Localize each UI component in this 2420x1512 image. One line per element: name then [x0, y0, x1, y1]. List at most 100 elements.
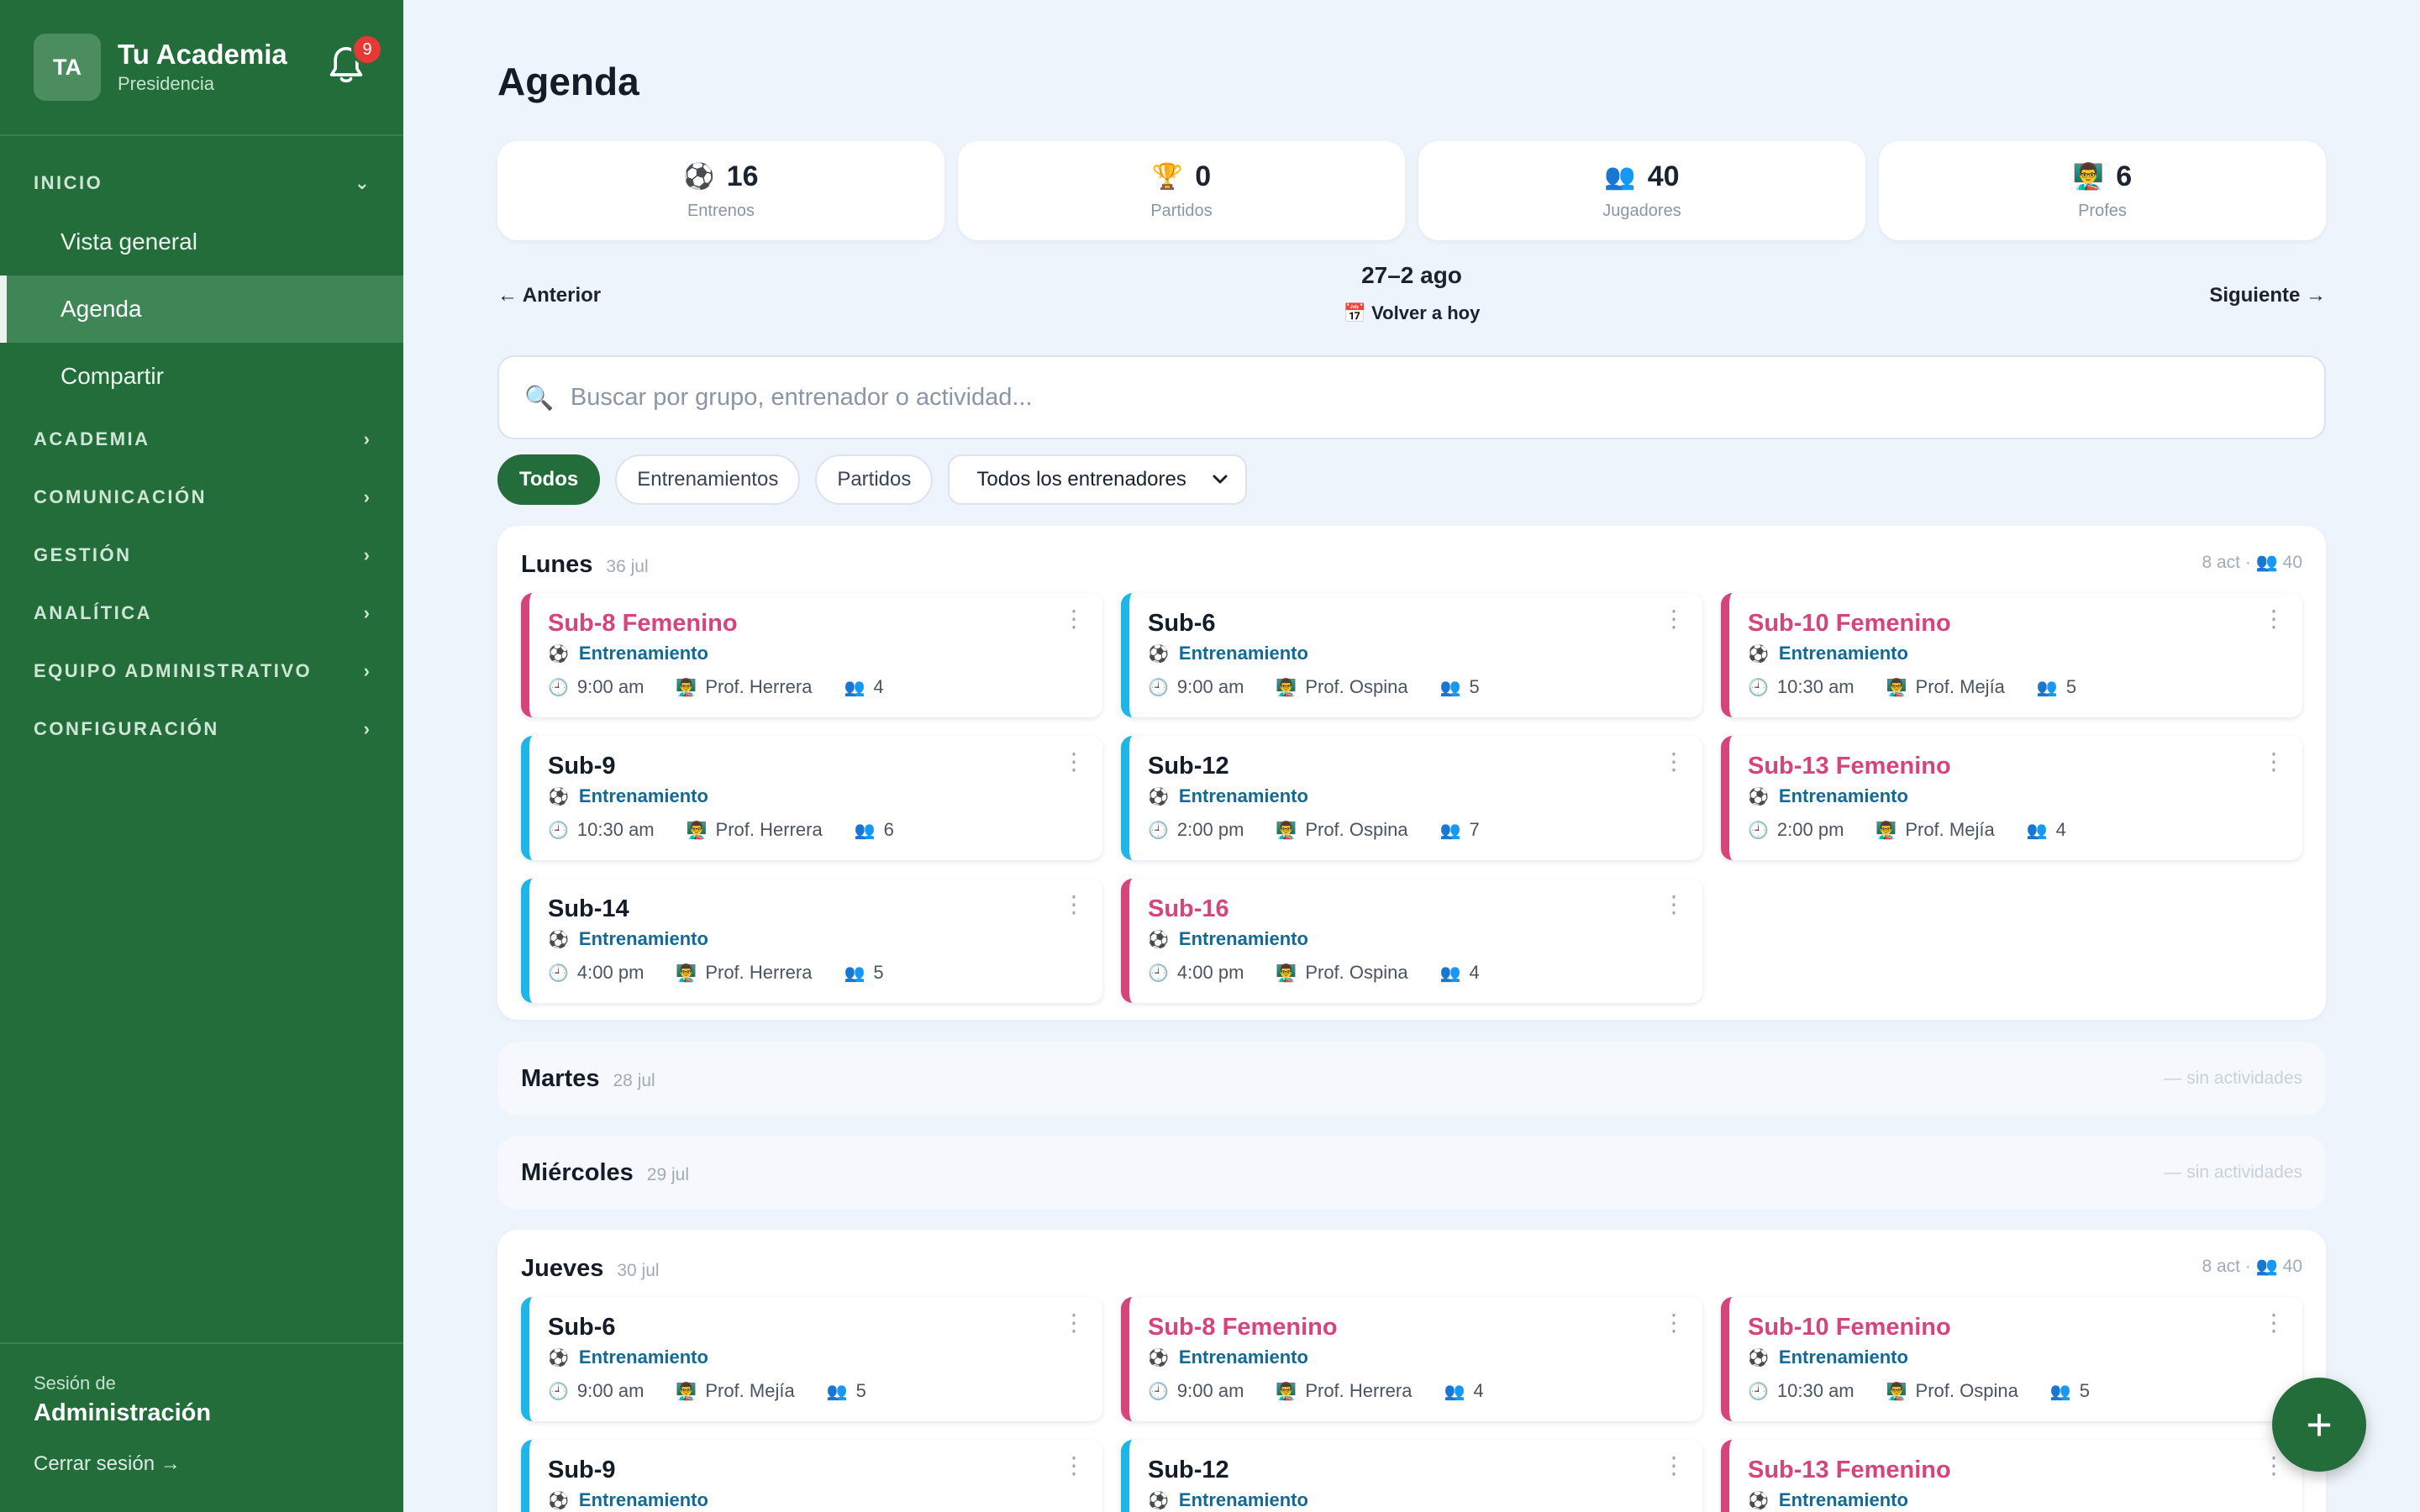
soccer-ball-icon: ⚽	[1748, 1491, 1769, 1510]
activity-players: 5	[873, 962, 884, 983]
nav-section-equipo-administrativo[interactable]: EQUIPO ADMINISTRATIVO ›	[0, 642, 403, 700]
activity-coach: Prof. Herrera	[715, 819, 823, 840]
main-content: Agenda ⚽ 16 Entrenos 🏆 0 Partidos 👥 40 Juga…	[497, 0, 2326, 1512]
back-to-today-button[interactable]: 📅 Volver a hoy	[497, 302, 2326, 324]
activity-card[interactable]: Sub-9 ⚽ Entrenamiento ⋮	[521, 1440, 1102, 1512]
clock-icon: 🕘	[1148, 678, 1169, 697]
stat-value: 0	[1195, 160, 1212, 192]
activity-coach: Prof. Ospina	[1305, 676, 1408, 697]
clock-icon: 🕘	[1148, 821, 1169, 840]
day-section-lunes: Lunes 36 jul 8 act · 👥 40 Sub-8 Femenino…	[497, 526, 2326, 1020]
sidebar-item-agenda[interactable]: Agenda	[0, 276, 403, 343]
soccer-ball-icon: ⚽	[548, 1491, 569, 1510]
more-options-icon[interactable]: ⋮	[2262, 1309, 2286, 1336]
sidebar-item-compartir[interactable]: Compartir	[0, 343, 403, 410]
stat-value: 40	[1647, 160, 1680, 192]
activity-card[interactable]: Sub-12 ⚽ Entrenamiento 🕘 2:00 pm 👨‍🏫 Pro…	[1121, 736, 1702, 860]
activity-title: Sub-9	[548, 753, 616, 780]
activity-card[interactable]: Sub-10 Femenino ⚽ Entrenamiento 🕘 10:30 …	[1721, 1297, 2302, 1421]
activity-type: ⚽ Entrenamiento	[548, 785, 1102, 807]
activity-type-label: Entrenamiento	[578, 1347, 708, 1368]
more-options-icon[interactable]: ⋮	[1062, 1452, 1086, 1479]
activity-card[interactable]: Sub-14 ⚽ Entrenamiento 🕘 4:00 pm 👨‍🏫 Pro…	[521, 879, 1102, 1003]
chevron-right-icon: ›	[363, 717, 370, 739]
more-options-icon[interactable]: ⋮	[2262, 1452, 2286, 1479]
previous-week-button[interactable]: ← Anterior	[497, 284, 601, 307]
coach-icon: 👨‍🏫	[1276, 678, 1297, 697]
soccer-ball-icon: ⚽	[1148, 930, 1169, 949]
people-icon: 👥	[854, 821, 876, 840]
chevron-right-icon: ›	[363, 543, 370, 565]
activity-players: 4	[1473, 1380, 1484, 1401]
more-options-icon[interactable]: ⋮	[1662, 605, 1686, 633]
filter-bar: Todos Entrenamientos Partidos Todos los …	[497, 454, 1247, 505]
activity-card[interactable]: Sub-6 ⚽ Entrenamiento 🕘 9:00 am 👨‍🏫 Prof…	[521, 1297, 1102, 1421]
filter-todos[interactable]: Todos	[497, 454, 601, 505]
more-options-icon[interactable]: ⋮	[1662, 1452, 1686, 1479]
activity-card[interactable]: Sub-10 Femenino ⚽ Entrenamiento 🕘 10:30 …	[1721, 593, 2302, 717]
activity-type: ⚽ Entrenamiento	[1748, 1347, 2302, 1368]
nav-section-gestion[interactable]: GESTIÓN ›	[0, 526, 403, 584]
people-icon: 👥	[2026, 821, 2048, 840]
activity-time: 4:00 pm	[1176, 962, 1244, 983]
nav-section-configuracion[interactable]: CONFIGURACIÓN ›	[0, 700, 403, 758]
next-week-button[interactable]: Siguiente →	[2209, 284, 2326, 307]
clock-icon: 🕘	[548, 821, 569, 840]
coach-icon: 👨‍🏫	[1876, 821, 1897, 840]
activity-players: 6	[883, 819, 894, 840]
more-options-icon[interactable]: ⋮	[1062, 605, 1086, 633]
sidebar-divider	[0, 134, 403, 136]
stat-card-entrenos: ⚽ 16 Entrenos	[497, 141, 944, 240]
nav-section-comunicacion[interactable]: COMUNICACIÓN ›	[0, 468, 403, 526]
add-activity-button[interactable]: +	[2272, 1378, 2366, 1472]
soccer-ball-icon: ⚽	[1748, 1348, 1769, 1368]
more-options-icon[interactable]: ⋮	[1662, 748, 1686, 775]
activity-card[interactable]: Sub-8 Femenino ⚽ Entrenamiento 🕘 9:00 am…	[521, 593, 1102, 717]
more-options-icon[interactable]: ⋮	[1062, 1309, 1086, 1336]
activity-players: 5	[1469, 676, 1480, 697]
soccer-ball-icon: ⚽	[683, 163, 715, 191]
people-icon: 👥	[1439, 678, 1461, 697]
soccer-ball-icon: ⚽	[548, 930, 569, 949]
nav-section-analitica[interactable]: ANALÍTICA ›	[0, 584, 403, 642]
people-icon: 👥	[2049, 1382, 2071, 1401]
activity-card[interactable]: Sub-9 ⚽ Entrenamiento 🕘 10:30 am 👨‍🏫 Pro…	[521, 736, 1102, 860]
more-options-icon[interactable]: ⋮	[2262, 605, 2286, 633]
nav-section-inicio[interactable]: INICIO ⌄	[0, 158, 403, 208]
activity-card[interactable]: Sub-12 ⚽ Entrenamiento ⋮	[1121, 1440, 1702, 1512]
brand[interactable]: TA Tu Academia Presidencia	[34, 34, 370, 101]
activity-card[interactable]: Sub-16 ⚽ Entrenamiento 🕘 4:00 pm 👨‍🏫 Pro…	[1121, 879, 1702, 1003]
activity-type-label: Entrenamiento	[1178, 643, 1308, 664]
more-options-icon[interactable]: ⋮	[1062, 748, 1086, 775]
activity-type-label: Entrenamiento	[1178, 1347, 1308, 1368]
activity-grid: Sub-8 Femenino ⚽ Entrenamiento 🕘 9:00 am…	[521, 593, 2302, 1003]
filter-partidos[interactable]: Partidos	[815, 454, 934, 505]
more-options-icon[interactable]: ⋮	[1662, 890, 1686, 918]
activity-title: Sub-16	[1148, 895, 1229, 922]
coach-icon: 👨‍🏫	[1276, 963, 1297, 983]
search-input[interactable]	[570, 383, 2167, 412]
nav-section-academia[interactable]: ACADEMIA ›	[0, 410, 403, 468]
more-options-icon[interactable]: ⋮	[1662, 1309, 1686, 1336]
activity-type: ⚽ Entrenamiento	[1748, 643, 2302, 664]
more-options-icon[interactable]: ⋮	[2262, 748, 2286, 775]
activity-card[interactable]: Sub-13 Femenino ⚽ Entrenamiento 🕘 2:00 p…	[1721, 736, 2302, 860]
sidebar-item-vista-general[interactable]: Vista general	[0, 208, 403, 276]
activity-card[interactable]: Sub-6 ⚽ Entrenamiento 🕘 9:00 am 👨‍🏫 Prof…	[1121, 593, 1702, 717]
activity-type: ⚽ Entrenamiento	[1148, 643, 1702, 664]
filter-entrenamientos[interactable]: Entrenamientos	[615, 454, 801, 505]
activity-info: 🕘 4:00 pm 👨‍🏫 Prof. Ospina 👥 4	[1148, 962, 1702, 984]
activity-title: Sub-12	[1148, 1457, 1229, 1483]
activity-card[interactable]: Sub-13 Femenino ⚽ Entrenamiento ⋮	[1721, 1440, 2302, 1512]
stat-label: Profes	[2078, 202, 2127, 220]
activity-card[interactable]: Sub-8 Femenino ⚽ Entrenamiento 🕘 9:00 am…	[1121, 1297, 1702, 1421]
people-icon: 👥	[1439, 963, 1461, 983]
activity-info: 🕘 10:30 am 👨‍🏫 Prof. Herrera 👥 6	[548, 819, 1102, 841]
more-options-icon[interactable]: ⋮	[1062, 890, 1086, 918]
coach-icon: 👨‍🏫	[1886, 678, 1907, 697]
logout-link[interactable]: Cerrar sesión →	[34, 1452, 370, 1476]
activity-coach: Prof. Herrera	[1305, 1380, 1413, 1401]
activity-type: ⚽ Entrenamiento	[548, 928, 1102, 950]
activity-type: ⚽ Entrenamiento	[1148, 785, 1702, 807]
coach-select[interactable]: Todos los entrenadores	[948, 454, 1247, 505]
